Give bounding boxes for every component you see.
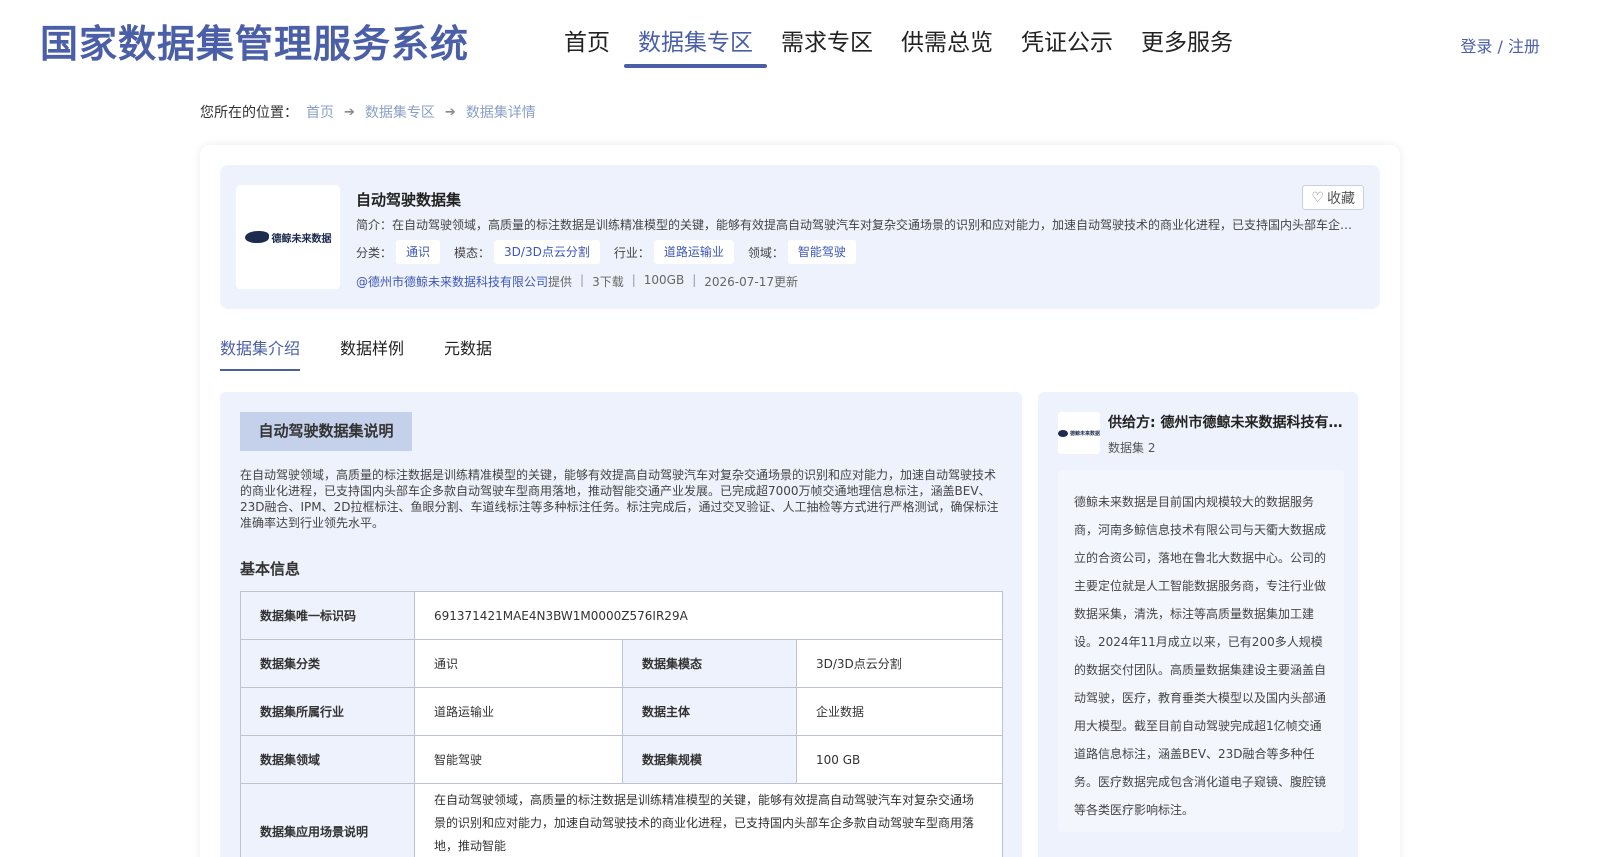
whale-logo-icon: 德鲸未来数据	[244, 230, 332, 245]
dataset-thumbnail: 德鲸未来数据	[236, 185, 340, 289]
domain-label: 数据集领域	[240, 735, 415, 784]
whale-icon	[244, 231, 269, 243]
thumbnail-logo-text: 德鲸未来数据	[271, 233, 332, 245]
dataset-summary-panel: 德鲸未来数据 自动驾驶数据集 简介：在自动驾驶领域，高质量的标注数据是训练精准模…	[220, 165, 1380, 309]
supplier-description: 德鲸未来数据是目前国内规模较大的数据服务商，河南多鲸信息技术有限公司与天衢大数据…	[1074, 495, 1327, 817]
meta-separator: |	[580, 273, 585, 287]
table-row: 数据集所属行业 道路运输业 数据主体 企业数据	[240, 687, 1003, 736]
nav-home[interactable]: 首页	[550, 24, 624, 68]
description-section-title: 自动驾驶数据集说明	[240, 412, 412, 451]
supplier-description-box: 德鲸未来数据是目前国内规模较大的数据服务商，河南多鲸信息技术有限公司与天衢大数据…	[1058, 470, 1344, 832]
scale-label: 数据集规模	[622, 735, 797, 784]
table-row: 数据集唯一标识码 691371421MAE4N3BW1M0000Z576IR29…	[240, 591, 1003, 640]
dataset-title: 自动驾驶数据集	[356, 191, 462, 209]
tag-domain[interactable]: 智能驾驶	[787, 240, 856, 264]
table-row: 数据集领域 智能驾驶 数据集规模 100 GB	[240, 735, 1003, 784]
id-value: 691371421MAE4N3BW1M0000Z576IR29A	[414, 591, 1003, 640]
supplier-panel: 德鲸未来数据 供给方: 德州市德鲸未来数据科技有限公司 数据集 2 德鲸未来数据…	[1038, 392, 1358, 857]
table-row: 数据集应用场景说明 在自动驾驶领域，高质量的标注数据是训练精准模型的关键，能够有…	[240, 783, 1003, 857]
category-value: 通识	[414, 639, 623, 688]
id-label: 数据集唯一标识码	[240, 591, 415, 640]
nav-more-services[interactable]: 更多服务	[1127, 24, 1247, 68]
login-link[interactable]: 登录	[1460, 37, 1492, 56]
dataset-size: 100GB	[643, 273, 685, 287]
detail-tabs: 数据集介绍 数据样例 元数据	[220, 337, 492, 371]
basic-info-title: 基本信息	[240, 560, 301, 578]
supplier-logo[interactable]: 德鲸未来数据	[1058, 412, 1100, 454]
domain-value: 智能驾驶	[414, 735, 623, 784]
site-title[interactable]: 国家数据集管理服务系统	[40, 20, 469, 68]
tag-modality[interactable]: 3D/3D点云分割	[494, 240, 600, 264]
industry-label: 数据集所属行业	[240, 687, 415, 736]
download-count: 3下载	[592, 275, 624, 289]
supplier-logo-text: 德鲸未来数据	[1069, 430, 1100, 437]
industry-value: 道路运输业	[414, 687, 623, 736]
nav-overview[interactable]: 供需总览	[887, 24, 1007, 68]
description-text: 在自动驾驶领域，高质量的标注数据是训练精准模型的关键，能够有效提高自动驾驶汽车对…	[240, 468, 999, 530]
arrow-right-icon: ➔	[444, 104, 456, 120]
dataset-meta-row: @德州市德鲸未来数据科技有限公司 提供 | 3下载 | 100GB | 2026…	[356, 273, 798, 290]
nav-datasets[interactable]: 数据集专区	[624, 24, 767, 68]
breadcrumb-dataset-detail: 数据集详情	[465, 105, 536, 121]
provider-suffix: 提供	[548, 275, 573, 289]
favorite-label: 收藏	[1327, 190, 1355, 207]
breadcrumb-home[interactable]: 首页	[306, 102, 334, 122]
provider-link[interactable]: @德州市德鲸未来数据科技有限公司	[356, 273, 548, 290]
tag-label-domain: 领域：	[747, 245, 784, 260]
favorite-button[interactable]: ♡ 收藏	[1302, 185, 1364, 210]
modality-label: 数据集模态	[622, 639, 797, 688]
modality-value: 3D/3D点云分割	[796, 639, 1003, 688]
tab-metadata[interactable]: 元数据	[444, 337, 492, 371]
supplier-name[interactable]: 供给方: 德州市德鲸未来数据科技有限公司	[1108, 412, 1343, 432]
tag-label-industry: 行业：	[613, 245, 650, 260]
breadcrumb-datasets[interactable]: 数据集专区	[365, 102, 435, 122]
dataset-detail-card: 德鲸未来数据 自动驾驶数据集 简介：在自动驾驶领域，高质量的标注数据是训练精准模…	[200, 145, 1400, 857]
scenario-label: 数据集应用场景说明	[240, 783, 415, 857]
whale-icon	[1058, 429, 1068, 437]
top-header: 国家数据集管理服务系统 首页 数据集专区 需求专区 供需总览 凭证公示 更多服务…	[0, 0, 1600, 70]
nav-demands[interactable]: 需求专区	[767, 24, 887, 68]
main-nav: 首页 数据集专区 需求专区 供需总览 凭证公示 更多服务	[550, 24, 1247, 68]
scale-value: 100 GB	[796, 735, 1003, 784]
dataset-tags: 分类： 通识 模态： 3D/3D点云分割 行业： 道路运输业 领域： 智能驾驶	[356, 240, 870, 264]
auth-separator: /	[1492, 37, 1508, 56]
tab-samples[interactable]: 数据样例	[340, 337, 404, 371]
supplier-dataset-count: 数据集 2	[1108, 441, 1156, 455]
tag-category[interactable]: 通识	[396, 240, 441, 264]
tag-label-category: 分类：	[356, 245, 393, 260]
auth-links: 登录 / 注册	[1460, 33, 1540, 57]
meta-separator: |	[692, 273, 697, 287]
dataset-intro: 简介：在自动驾驶领域，高质量的标注数据是训练精准模型的关键，能够有效提高自动驾驶…	[356, 218, 1356, 232]
meta-separator: |	[631, 273, 636, 287]
heart-icon: ♡	[1311, 189, 1324, 206]
subject-value: 企业数据	[796, 687, 1003, 736]
breadcrumb-prefix: 您所在的位置：	[200, 105, 298, 121]
update-date: 2026-07-17更新	[704, 275, 798, 289]
tag-industry[interactable]: 道路运输业	[653, 240, 734, 264]
subject-label: 数据主体	[622, 687, 797, 736]
category-label: 数据集分类	[240, 639, 415, 688]
nav-vouchers[interactable]: 凭证公示	[1007, 24, 1127, 68]
table-row: 数据集分类 通识 数据集模态 3D/3D点云分割	[240, 639, 1003, 688]
tag-label-modality: 模态：	[454, 245, 491, 260]
introduction-panel: 自动驾驶数据集说明 在自动驾驶领域，高质量的标注数据是训练精准模型的关键，能够有…	[220, 392, 1022, 857]
register-link[interactable]: 注册	[1508, 37, 1540, 56]
scenario-value: 在自动驾驶领域，高质量的标注数据是训练精准模型的关键，能够有效提高自动驾驶汽车对…	[414, 783, 1003, 857]
basic-info-table: 数据集唯一标识码 691371421MAE4N3BW1M0000Z576IR29…	[240, 591, 1003, 857]
arrow-right-icon: ➔	[344, 104, 355, 120]
breadcrumb: 您所在的位置： 首页 ➔ 数据集专区 ➔ 数据集详情	[200, 102, 536, 122]
tab-introduction[interactable]: 数据集介绍	[220, 337, 301, 371]
